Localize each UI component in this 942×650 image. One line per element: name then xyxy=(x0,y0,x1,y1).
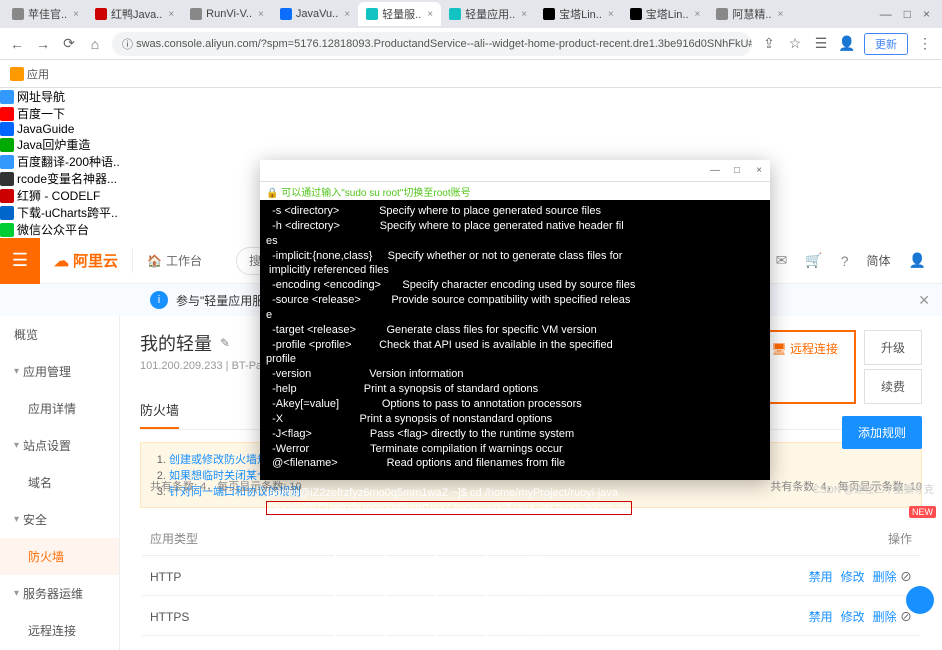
browser-tabs: 苹佳官..× 红鸭Java..× RunVi-V..× JavaVu..× 轻量… xyxy=(0,0,942,28)
tab-6[interactable]: 宝塔Lin..× xyxy=(535,2,622,26)
terminal-body[interactable]: -s <directory> Specify where to place ge… xyxy=(260,200,770,520)
avatar[interactable]: 👤 xyxy=(909,252,926,269)
edit-link[interactable]: 修改 xyxy=(841,570,865,584)
side-overview[interactable]: 概览 xyxy=(0,316,119,353)
promo-close-icon[interactable]: ✕ xyxy=(918,292,930,309)
reload-icon[interactable]: ⟳ xyxy=(60,35,78,52)
address-bar: ← → ⟳ ⌂ ⓘ swas.console.aliyun.com/?spm=5… xyxy=(0,28,942,60)
message-icon[interactable]: ✉ xyxy=(776,252,788,269)
tab-4[interactable]: 轻量服..× xyxy=(358,2,441,26)
tab-0[interactable]: 苹佳官..× xyxy=(4,2,87,26)
table-row: SSH禁用修改删除 ⊘ xyxy=(142,638,920,650)
bm-0[interactable]: 应用 xyxy=(10,66,49,82)
cart-icon[interactable]: 🛒 xyxy=(805,252,822,269)
home-icon[interactable]: ⌂ xyxy=(86,36,104,52)
side-remote[interactable]: 远程连接 xyxy=(0,612,119,649)
logo[interactable]: ☁ 阿里云 xyxy=(40,250,132,271)
sidebar: 概览 ▾应用管理 应用详情 ▾站点设置 域名 ▾安全 防火墙 ▾服务器运维 远程… xyxy=(0,316,120,650)
hamburger-icon[interactable]: ☰ xyxy=(0,238,40,284)
upgrade-button[interactable]: 升级 xyxy=(864,330,922,365)
watermark: CSDN @逐仕三千里獬豸克 xyxy=(813,481,934,496)
delete-link[interactable]: 删除 xyxy=(873,570,897,584)
tab-firewall[interactable]: 防火墙 xyxy=(140,392,179,429)
bm-2[interactable]: 百度一下 xyxy=(0,105,942,122)
bm-3[interactable]: JavaGuide xyxy=(0,122,942,136)
term-max-icon[interactable]: □ xyxy=(726,165,748,176)
side-firewall[interactable]: 防火墙 xyxy=(0,538,119,575)
new-badge: NEW xyxy=(909,506,936,518)
edit-icon[interactable]: ✎ xyxy=(220,336,230,350)
url-input[interactable]: ⓘ swas.console.aliyun.com/?spm=5176.1281… xyxy=(112,32,752,56)
user-icon[interactable]: 👤 xyxy=(838,35,856,52)
fab-button[interactable] xyxy=(906,586,934,614)
firewall-table: 应用类型操作 HTTP禁用修改删除 ⊘ HTTPS禁用修改删除 ⊘ SSH禁用修… xyxy=(140,520,922,650)
bookmarks-bar: 应用 xyxy=(0,60,942,88)
star-icon[interactable]: ☆ xyxy=(786,35,804,52)
terminal-window[interactable]: — □ × 🔒 可以通过输入"sudo su root"切换至root账号 -s… xyxy=(260,160,770,480)
page-title: 我的轻量 xyxy=(140,330,212,356)
side-appmgr[interactable]: ▾应用管理 xyxy=(0,353,119,390)
back-icon[interactable]: ← xyxy=(8,36,26,52)
forward-icon[interactable]: → xyxy=(34,36,52,52)
add-rule-button[interactable]: 添加规则 xyxy=(842,416,922,449)
tab-7[interactable]: 宝塔Lin..× xyxy=(622,2,709,26)
renew-button[interactable]: 续费 xyxy=(864,369,922,404)
ext-icon[interactable]: ☰ xyxy=(812,35,830,52)
tab-5[interactable]: 轻量应用..× xyxy=(441,2,535,26)
bm-1[interactable]: 网址导航 xyxy=(0,88,942,105)
side-ops[interactable]: ▾服务器运维 xyxy=(0,575,119,612)
help-icon[interactable]: ? xyxy=(841,253,849,269)
update-button[interactable]: 更新 xyxy=(864,33,908,55)
term-close-icon[interactable]: × xyxy=(748,165,770,176)
close-icon[interactable]: × xyxy=(923,7,930,21)
info-icon: i xyxy=(150,291,168,309)
side-security[interactable]: ▾安全 xyxy=(0,501,119,538)
workspace-link[interactable]: 🏠 工作台 xyxy=(133,252,216,269)
table-row: HTTPS禁用修改删除 ⊘ xyxy=(142,598,920,636)
tab-3[interactable]: JavaVu..× xyxy=(272,2,358,26)
maximize-icon[interactable]: □ xyxy=(904,7,911,21)
bm-4[interactable]: Java回炉重造 xyxy=(0,136,942,153)
disable-link[interactable]: 禁用 xyxy=(809,570,833,584)
side-appdetail[interactable]: 应用详情 xyxy=(0,390,119,427)
share-icon[interactable]: ⇪ xyxy=(760,35,778,52)
minimize-icon[interactable]: — xyxy=(880,7,892,21)
table-row: HTTP禁用修改删除 ⊘ xyxy=(142,558,920,596)
lang[interactable]: 简体 xyxy=(867,252,891,269)
term-min-icon[interactable]: — xyxy=(704,165,726,176)
tab-1[interactable]: 红鸭Java..× xyxy=(87,2,182,26)
menu-icon[interactable]: ⋮ xyxy=(916,35,934,52)
side-domain[interactable]: 域名 xyxy=(0,464,119,501)
terminal-header[interactable]: — □ × xyxy=(260,160,770,182)
window-controls: — □ × xyxy=(880,7,938,21)
side-siteset[interactable]: ▾站点设置 xyxy=(0,427,119,464)
terminal-tip: 🔒 可以通过输入"sudo su root"切换至root账号 xyxy=(260,182,770,200)
tab-8[interactable]: 阿慧精..× xyxy=(708,2,791,26)
tab-2[interactable]: RunVi-V..× xyxy=(182,2,272,26)
